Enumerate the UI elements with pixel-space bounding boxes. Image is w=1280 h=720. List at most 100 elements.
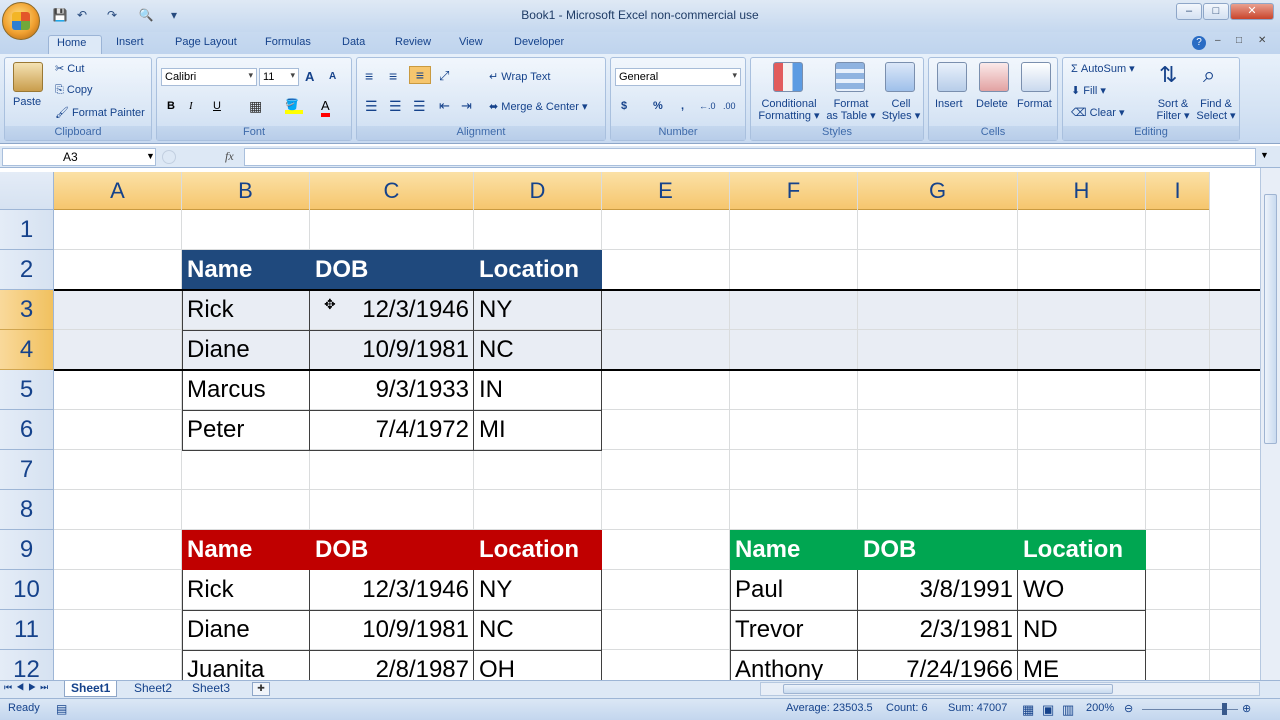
horizontal-scrollbar[interactable]: [760, 682, 1260, 696]
row-header-1[interactable]: 1: [0, 210, 54, 250]
close-button[interactable]: ✕: [1230, 3, 1274, 20]
align-bottom-icon[interactable]: ≡: [409, 66, 431, 84]
table_red-header-name[interactable]: Name: [182, 530, 310, 570]
column-header-a[interactable]: A: [54, 172, 182, 210]
column-header-d[interactable]: D: [474, 172, 602, 210]
format-as-table-button[interactable]: Format as Table ▾: [823, 98, 879, 122]
tab-review[interactable]: Review: [387, 35, 439, 54]
shrink-font-button[interactable]: A: [329, 71, 336, 82]
increase-decimal-button[interactable]: ←.0: [699, 101, 716, 111]
insert-button[interactable]: Insert: [935, 98, 963, 110]
table_green-header-location[interactable]: Location: [1018, 530, 1146, 570]
row-header-5[interactable]: 5: [0, 370, 54, 410]
minimize-button[interactable]: –: [1176, 3, 1202, 20]
align-right-icon[interactable]: ☰: [413, 98, 426, 115]
row-header-2[interactable]: 2: [0, 250, 54, 290]
number-format-select[interactable]: General: [615, 68, 741, 86]
maximize-button[interactable]: □: [1203, 3, 1229, 20]
row-header-11[interactable]: 11: [0, 610, 54, 650]
percent-button[interactable]: %: [653, 100, 663, 112]
increase-indent-icon[interactable]: ⇥: [461, 98, 472, 114]
table_green-header-dob[interactable]: DOB: [858, 530, 1018, 570]
row-header-4[interactable]: 4: [0, 330, 54, 370]
sheet-tab-sheet1[interactable]: Sheet1: [64, 681, 118, 697]
name-box[interactable]: A3: [2, 148, 156, 166]
row-header-12[interactable]: 12: [0, 650, 54, 680]
spreadsheet-grid[interactable]: A B C D E F G H I 1 2 3 4 5 6 7 8 9 10 11 12 Name DOB Location R…: [0, 172, 1260, 680]
column-header-i[interactable]: I: [1146, 172, 1210, 210]
vertical-scrollbar[interactable]: [1260, 168, 1280, 680]
tab-formulas[interactable]: Formulas: [257, 35, 319, 54]
tab-insert[interactable]: Insert: [108, 35, 152, 54]
merge-center-button[interactable]: ⬌ Merge & Center ▾: [489, 100, 588, 113]
find-select-button[interactable]: Find & Select ▾: [1195, 98, 1237, 122]
row-header-6[interactable]: 6: [0, 410, 54, 450]
zoom-out-icon[interactable]: ⊖: [1124, 702, 1133, 715]
decrease-indent-icon[interactable]: ⇤: [439, 98, 450, 114]
cancel-formula-icon[interactable]: [162, 150, 176, 164]
table_blue-header-name[interactable]: Name: [182, 250, 310, 290]
zoom-slider-thumb[interactable]: [1222, 703, 1227, 715]
zoom-in-icon[interactable]: ⊕: [1242, 702, 1251, 715]
column-header-g[interactable]: G: [858, 172, 1018, 210]
vertical-scroll-thumb[interactable]: [1264, 194, 1277, 444]
conditional-formatting-button[interactable]: Conditional Formatting ▾: [757, 98, 821, 122]
row-header-9[interactable]: 9: [0, 530, 54, 570]
table_red-header-dob[interactable]: DOB: [310, 530, 474, 570]
clear-button[interactable]: ⌫ Clear ▾: [1071, 106, 1125, 119]
row-header-7[interactable]: 7: [0, 450, 54, 490]
tab-home[interactable]: Home: [48, 35, 102, 54]
font-color-icon[interactable]: A: [321, 98, 330, 117]
underline-button[interactable]: U: [213, 100, 221, 112]
borders-icon[interactable]: ▦: [249, 98, 262, 115]
horizontal-scroll-thumb[interactable]: [783, 684, 1113, 694]
expand-formula-icon[interactable]: ▼: [1260, 150, 1269, 160]
copy-button[interactable]: ⎘ Copy: [55, 84, 93, 97]
sheet-nav-arrows-icon[interactable]: ⏮◀▶⏭: [4, 682, 52, 693]
zoom-level[interactable]: 200%: [1086, 702, 1114, 714]
column-header-f[interactable]: F: [730, 172, 858, 210]
currency-button[interactable]: $: [621, 100, 627, 112]
align-left-icon[interactable]: ☰: [365, 98, 378, 115]
office-button[interactable]: [2, 2, 40, 40]
column-header-h[interactable]: H: [1018, 172, 1146, 210]
delete-button[interactable]: Delete: [976, 98, 1008, 110]
align-middle-icon[interactable]: ≡: [389, 68, 397, 84]
insert-sheet-icon[interactable]: ✚: [252, 682, 270, 696]
sheet-tab-sheet3[interactable]: Sheet3: [186, 681, 236, 697]
orientation-icon[interactable]: ⤢: [439, 68, 449, 84]
tab-view[interactable]: View: [451, 35, 491, 54]
fill-color-icon[interactable]: 🪣: [285, 98, 303, 114]
tab-developer[interactable]: Developer: [506, 35, 572, 54]
formula-input[interactable]: [244, 148, 1256, 166]
column-header-c[interactable]: C: [310, 172, 474, 210]
insert-function-button[interactable]: fx: [225, 149, 234, 164]
macro-record-icon[interactable]: ▤: [56, 702, 67, 716]
sort-filter-button[interactable]: Sort & Filter ▾: [1153, 98, 1193, 122]
cell-styles-button[interactable]: Cell Styles ▾: [881, 98, 921, 122]
table_red-header-location[interactable]: Location: [474, 530, 602, 570]
grow-font-button[interactable]: A: [305, 69, 314, 84]
table_blue-header-dob[interactable]: DOB: [310, 250, 474, 290]
help-icon[interactable]: ?: [1192, 36, 1206, 50]
fill-button[interactable]: ⬇ Fill ▾: [1071, 84, 1106, 97]
tab-page-layout[interactable]: Page Layout: [167, 35, 245, 54]
sheet-tab-sheet2[interactable]: Sheet2: [128, 681, 178, 697]
align-center-icon[interactable]: ☰: [389, 98, 402, 115]
row-header-8[interactable]: 8: [0, 490, 54, 530]
normal-view-icon[interactable]: ▦: [1022, 702, 1034, 718]
align-top-icon[interactable]: ≡: [365, 68, 373, 84]
comma-button[interactable]: ,: [681, 100, 684, 112]
bold-button[interactable]: B: [167, 100, 175, 112]
column-header-e[interactable]: E: [602, 172, 730, 210]
row-header-3[interactable]: 3: [0, 290, 54, 330]
select-all-corner[interactable]: [0, 172, 54, 210]
cut-button[interactable]: ✂ Cut: [55, 62, 84, 75]
wrap-text-button[interactable]: ↵ Wrap Text: [489, 70, 550, 83]
ribbon-close-icon[interactable]: ✕: [1258, 35, 1266, 46]
format-painter-button[interactable]: 🖌 Format Painter: [55, 106, 145, 119]
row-header-10[interactable]: 10: [0, 570, 54, 610]
decrease-decimal-button[interactable]: .00: [723, 101, 736, 111]
font-size-select[interactable]: 11: [259, 68, 299, 86]
column-header-b[interactable]: B: [182, 172, 310, 210]
